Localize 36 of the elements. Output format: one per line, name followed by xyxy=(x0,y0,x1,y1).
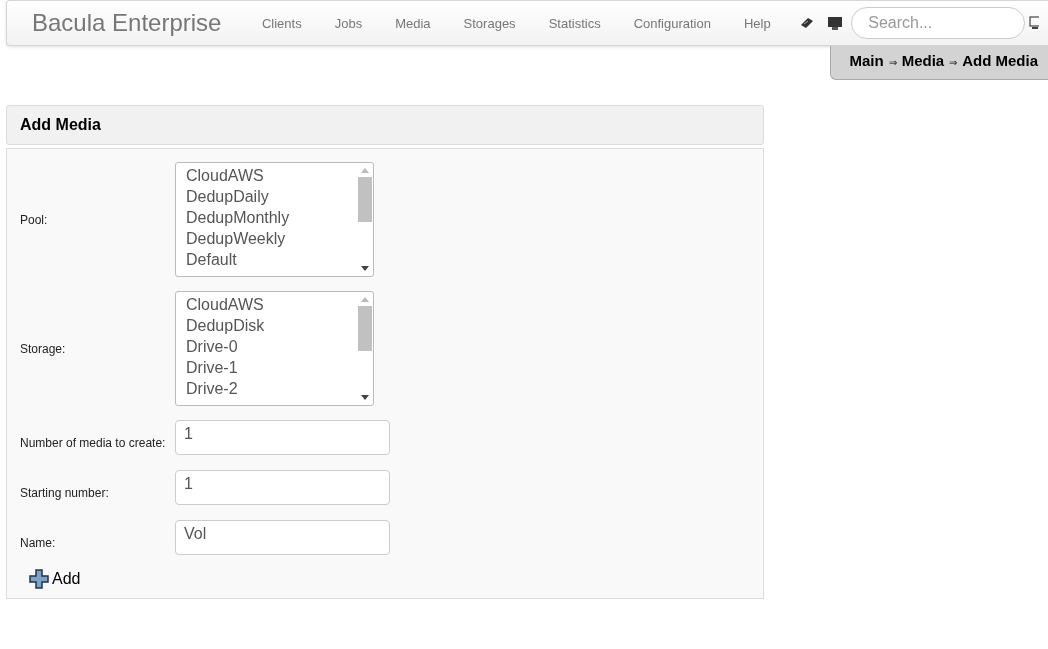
nav-link[interactable]: Configuration xyxy=(617,15,728,31)
nav-link[interactable]: Clients xyxy=(245,15,319,31)
list-option[interactable]: Default xyxy=(186,249,357,270)
nav-link[interactable]: Help xyxy=(727,15,788,31)
field-label: Storage: xyxy=(20,341,67,356)
nav-link[interactable]: Media xyxy=(378,15,448,31)
list-option[interactable]: CloudAWS xyxy=(186,294,357,315)
field-label: Starting number: xyxy=(20,485,110,500)
list-option[interactable]: CloudAWS xyxy=(186,165,357,186)
brand-title[interactable]: Bacula Enterprise xyxy=(32,9,222,37)
panel-title: Add Media xyxy=(20,116,101,134)
search-field[interactable]: Search... xyxy=(851,7,1026,39)
list-option[interactable]: Drive-0 xyxy=(186,336,357,357)
add-button[interactable]: Add xyxy=(20,568,81,590)
list-option[interactable]: DedupMonthly xyxy=(186,207,357,228)
input-field[interactable]: Vol xyxy=(175,520,390,555)
breadcrumb-separator: ⇒ xyxy=(888,57,897,68)
list-option[interactable]: DedupWeekly xyxy=(186,228,357,249)
nav-link[interactable]: Jobs xyxy=(318,15,379,31)
field-label: Name: xyxy=(20,535,57,550)
nav-link[interactable]: Storages xyxy=(447,15,533,31)
input-field[interactable]: 1 xyxy=(175,420,390,455)
list-option[interactable]: Drive-2 xyxy=(186,378,357,399)
field-label: Pool: xyxy=(20,212,49,227)
breadcrumb-link[interactable]: Media xyxy=(901,52,945,69)
breadcrumb-separator: ⇒ xyxy=(949,57,958,68)
list-box[interactable]: CloudAWS DedupDisk Drive-0 Drive-1 Drive-2 xyxy=(175,291,374,406)
list-option[interactable]: DedupDisk xyxy=(186,315,357,336)
nav-link[interactable]: Statistics xyxy=(532,15,618,31)
breadcrumb-link[interactable]: Add Media xyxy=(962,52,1038,69)
list-option[interactable]: Drive-1 xyxy=(186,357,357,378)
field-label: Number of media to create: xyxy=(20,435,167,450)
breadcrumb-link[interactable]: Main xyxy=(849,52,884,69)
list-box[interactable]: CloudAWS DedupDaily DedupMonthly DedupWeekly Default xyxy=(175,162,374,277)
list-option[interactable]: DedupDaily xyxy=(186,186,357,207)
input-field[interactable]: 1 xyxy=(175,470,390,505)
